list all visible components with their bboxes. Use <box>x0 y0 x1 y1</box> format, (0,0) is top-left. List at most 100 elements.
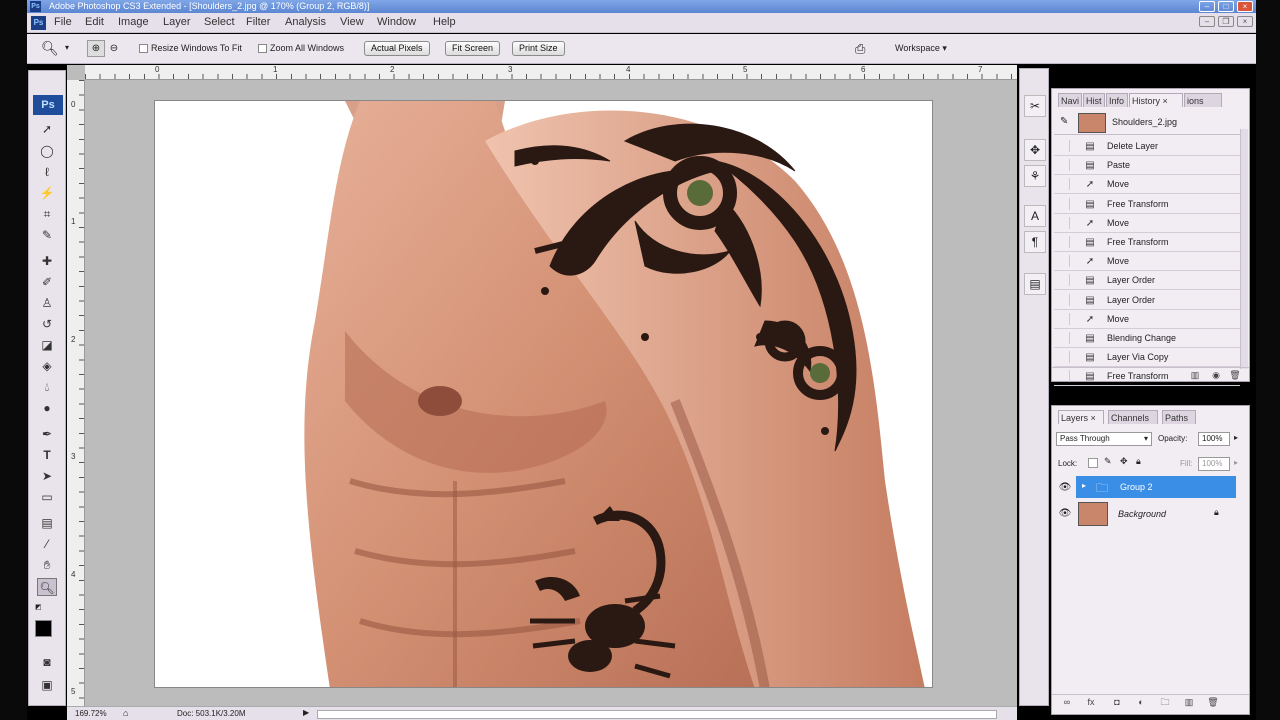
notes-tool-icon[interactable]: ▤ <box>37 514 57 532</box>
trash-icon[interactable]: 🗑︎ <box>1228 368 1242 382</box>
screen-mode-icon[interactable]: ▣ <box>37 676 57 694</box>
tab-paths[interactable]: Paths <box>1162 410 1196 424</box>
menu-filter[interactable]: Filter <box>246 16 270 28</box>
minimize-button[interactable]: – <box>1199 1 1215 12</box>
history-brush-source-box[interactable] <box>1059 351 1070 364</box>
new-layer-icon[interactable]: ▥ <box>1182 695 1196 709</box>
visibility-eye-icon[interactable]: 👁︎ <box>1058 508 1072 520</box>
layer-row-background[interactable]: 👁︎ Background 🔒︎ <box>1054 502 1247 527</box>
quick-mask-icon[interactable]: ◙ <box>37 653 57 671</box>
fit-screen-button[interactable]: Fit Screen <box>445 41 501 56</box>
brushes-icon[interactable]: ✥ <box>1024 139 1046 161</box>
zoom-tool-icon[interactable]: 🔍︎ <box>41 40 59 57</box>
history-brush-source-box[interactable] <box>1059 332 1070 344</box>
doc-close-button[interactable]: × <box>1237 16 1253 27</box>
history-state-row[interactable]: ▤ Paste <box>1054 156 1240 176</box>
tab-info[interactable]: Info <box>1106 93 1128 107</box>
default-colors-icon[interactable]: ◩ <box>35 603 44 612</box>
brush-tool-icon[interactable]: ✐ <box>37 273 57 291</box>
history-brush-source-box[interactable] <box>1059 216 1070 229</box>
hand-tool-icon[interactable]: ✋︎ <box>37 556 57 574</box>
fx-icon[interactable]: fx <box>1084 695 1098 709</box>
foreground-color-swatch[interactable] <box>35 620 52 637</box>
layer-row-group[interactable]: 👁︎ ▸ 🗀︎ Group 2 <box>1054 476 1247 501</box>
history-state-row[interactable]: ▤ Delete Layer <box>1054 137 1240 156</box>
menu-window[interactable]: Window <box>377 16 416 28</box>
opacity-arrow-icon[interactable]: ▸ <box>1234 433 1238 442</box>
layer-comps-icon[interactable]: ▤ <box>1024 273 1046 295</box>
print-size-button[interactable]: Print Size <box>512 41 565 56</box>
history-state-row[interactable]: ▤ Free Transform <box>1054 233 1240 252</box>
eyedropper-icon[interactable]: ⁄ <box>37 535 57 553</box>
menu-edit[interactable]: Edit <box>85 16 104 28</box>
lock-all-icon[interactable]: 🔒︎ <box>1136 456 1141 467</box>
character-icon[interactable]: A <box>1024 205 1046 227</box>
zoom-in-icon[interactable]: ⊕ <box>87 40 105 57</box>
actual-pixels-button[interactable]: Actual Pixels <box>364 41 430 56</box>
clone-stamp-icon[interactable]: ♙ <box>37 294 57 312</box>
crop-tool-icon[interactable]: ⌗ <box>37 205 57 223</box>
history-brush-icon[interactable]: ↺ <box>37 315 57 333</box>
lock-move-icon[interactable]: ✥ <box>1120 456 1128 467</box>
fill-arrow-icon[interactable]: ▸ <box>1234 458 1238 467</box>
slice-tool-icon[interactable]: ✎ <box>37 226 57 244</box>
new-document-icon[interactable]: ▥ <box>1188 368 1202 382</box>
menu-file[interactable]: File <box>54 16 72 28</box>
rectangle-tool-icon[interactable]: ▭ <box>37 488 57 506</box>
history-brush-source-box[interactable] <box>1059 312 1070 325</box>
move-tool-icon[interactable]: ➚ <box>37 120 57 138</box>
resize-windows-checkbox[interactable] <box>139 44 148 53</box>
image-canvas[interactable] <box>154 100 933 688</box>
status-menu-arrow-icon[interactable]: ▶ <box>303 708 309 717</box>
tab-navigator[interactable]: Navi <box>1058 93 1082 107</box>
fill-input[interactable]: 100% <box>1198 457 1230 471</box>
lasso-tool-icon[interactable]: ℓ <box>37 163 57 181</box>
history-state-row[interactable]: ▤ Layer Via Copy <box>1054 348 1240 368</box>
history-snapshot-row[interactable]: ✎ Shoulders_2.jpg <box>1054 111 1240 135</box>
path-selection-icon[interactable]: ➤ <box>37 467 57 485</box>
history-state-row[interactable]: ▤ Free Transform <box>1054 195 1240 214</box>
expand-arrow-icon[interactable]: ▸ <box>1082 481 1086 490</box>
eraser-tool-icon[interactable]: ◪ <box>37 336 57 354</box>
tab-actions[interactable]: ions <box>1184 93 1222 107</box>
history-brush-source-box[interactable] <box>1059 178 1070 191</box>
history-state-row[interactable]: ▤ Layer Order <box>1054 291 1240 310</box>
history-brush-source-box[interactable] <box>1059 293 1070 306</box>
lock-transparency-icon[interactable] <box>1088 458 1098 468</box>
paint-bucket-icon[interactable]: ◈ <box>37 357 57 375</box>
doc-minimize-button[interactable]: – <box>1199 16 1215 27</box>
new-snapshot-icon[interactable]: ◉ <box>1209 368 1223 382</box>
clone-source-icon[interactable]: ⚘ <box>1024 165 1046 187</box>
adjustment-layer-icon[interactable]: ◐ <box>1134 695 1148 709</box>
zoom-out-icon[interactable]: ⊖ <box>107 40 121 57</box>
history-state-row[interactable]: ➚ Move <box>1054 214 1240 233</box>
type-tool-icon[interactable]: T <box>37 446 57 464</box>
menu-help[interactable]: Help <box>433 16 456 28</box>
history-state-row[interactable]: ▤ Layer Order <box>1054 271 1240 291</box>
history-brush-source-box[interactable] <box>1059 236 1070 248</box>
healing-brush-icon[interactable]: ✚ <box>37 252 57 270</box>
zoom-all-windows-checkbox[interactable] <box>258 44 267 53</box>
history-brush-source-box[interactable] <box>1059 255 1070 268</box>
history-scrollbar[interactable] <box>1240 129 1248 369</box>
horizontal-scrollbar[interactable] <box>317 710 997 719</box>
tab-history[interactable]: History × <box>1129 93 1183 107</box>
delete-layer-icon[interactable]: 🗑︎ <box>1206 695 1220 709</box>
tool-preset-chevron-icon[interactable]: ▾ <box>65 43 69 52</box>
paragraph-icon[interactable]: ¶ <box>1024 231 1046 253</box>
menu-analysis[interactable]: Analysis <box>285 16 326 28</box>
tab-histogram[interactable]: Hist <box>1083 93 1105 107</box>
tool-presets-icon[interactable]: ✂ <box>1024 95 1046 117</box>
zoom-tool-selected-icon[interactable]: 🔍︎ <box>37 578 57 596</box>
mask-icon[interactable]: ◘ <box>1110 695 1124 709</box>
blend-mode-select[interactable]: Pass Through ▾ <box>1056 432 1152 446</box>
close-button[interactable]: × <box>1237 1 1253 12</box>
lock-paint-icon[interactable]: ✎ <box>1104 456 1112 467</box>
history-state-row[interactable]: ➚ Move <box>1054 252 1240 272</box>
tab-channels[interactable]: Channels <box>1108 410 1158 424</box>
marquee-tool-icon[interactable]: ◯ <box>37 142 57 160</box>
magic-wand-icon[interactable]: ⚡ <box>37 184 57 202</box>
new-group-icon[interactable]: 🗀︎ <box>1158 695 1172 709</box>
palette-well-icon[interactable]: ⎙ <box>855 41 865 57</box>
tab-layers[interactable]: Layers × <box>1058 410 1104 424</box>
